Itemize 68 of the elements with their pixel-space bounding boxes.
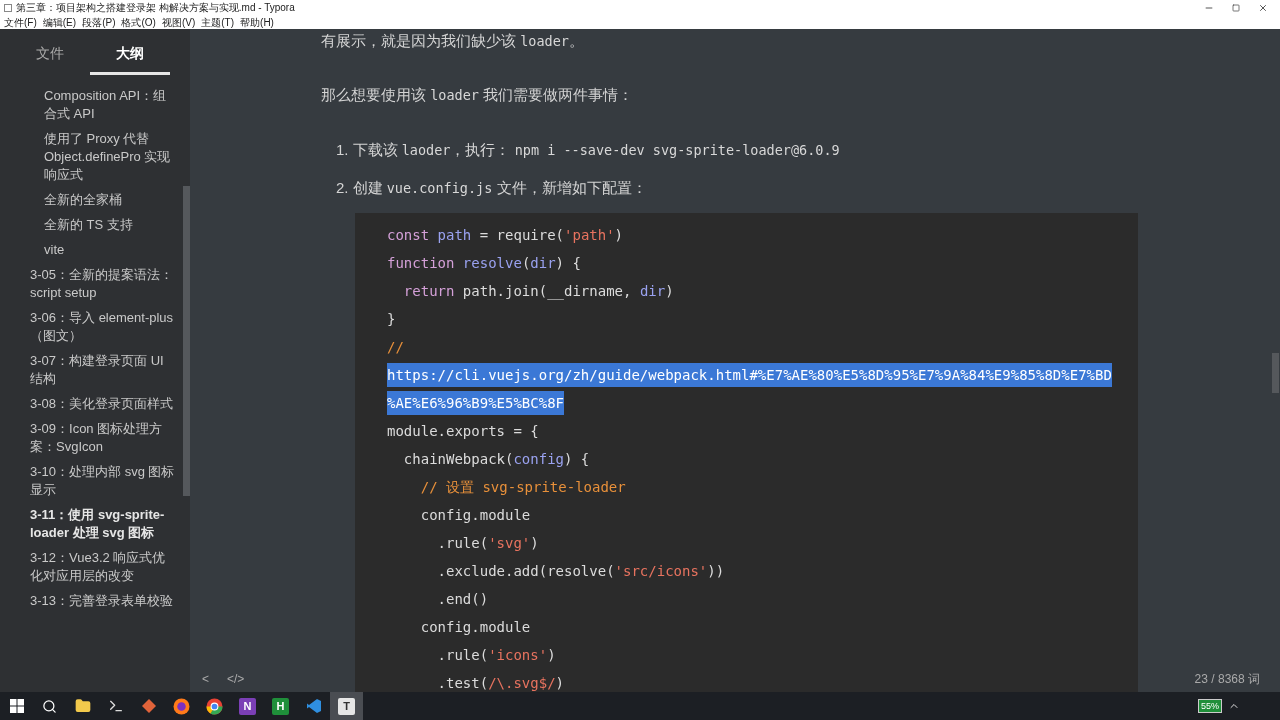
code-line: chainWebpack(config) { <box>402 450 590 469</box>
outline-item[interactable]: 3-10：处理内部 svg 图标显示 <box>0 463 184 499</box>
terminal-icon[interactable] <box>107 698 124 714</box>
menu-item[interactable]: 视图(V) <box>161 14 196 30</box>
window-title: 第三章：项目架构之搭建登录架 构解决方案与实现.md - Typora <box>16 1 295 15</box>
code-line: module.exports = { <box>387 422 539 441</box>
sidebar-tab[interactable]: 文件 <box>10 35 90 75</box>
outline-item[interactable]: 3-06：导入 element-plus （图文） <box>0 309 184 345</box>
outline-item[interactable]: vite <box>0 241 184 259</box>
letter-app-icon[interactable]: H <box>272 697 289 715</box>
code-line: .rule('icons') <box>436 646 556 665</box>
code-line: function resolve(dir) { <box>387 254 581 273</box>
outline-item[interactable]: 3-13：完善登录表单校验 <box>0 592 184 610</box>
note-app-icon[interactable]: N <box>239 697 256 715</box>
scrollbar[interactable] <box>1272 353 1279 393</box>
outline-item[interactable]: Composition API：组合式 API <box>0 87 184 123</box>
search-icon[interactable] <box>42 698 57 714</box>
code-editor-icon[interactable] <box>305 698 322 714</box>
list-item-text: 下载该 laoder，执行： npm i --save-dev svg-sprite-loader@6.0.9 <box>352 140 840 160</box>
outline-item[interactable]: 全新的 TS 支持 <box>0 216 184 234</box>
paragraph: 那么想要使用该 loader 我们需要做两件事情： <box>321 85 635 105</box>
code-line: config.module <box>419 506 531 525</box>
menu-item[interactable]: 帮助(H) <box>240 14 274 30</box>
code-line: .rule('svg') <box>436 534 539 553</box>
windows-icon[interactable] <box>9 699 24 713</box>
code-line: } <box>387 310 396 329</box>
outline-item[interactable]: 使用了 Proxy 代替 Object.definePro 实现响应式 <box>0 130 184 184</box>
outline-item[interactable]: 3-11：使用 svg-sprite-loader 处理 svg 图标 <box>0 506 184 542</box>
outline-item[interactable]: 3-12：Vue3.2 响应式优化对应用层的改变 <box>0 549 184 585</box>
code-line: .test(/\.svg$/) <box>436 674 565 692</box>
folder-icon[interactable] <box>74 698 91 714</box>
code-line: .end() <box>436 590 489 609</box>
scrollbar[interactable] <box>183 186 190 496</box>
list-number: 1. <box>336 140 349 160</box>
app-icon <box>4 3 12 12</box>
word-count: 23 / 8368 词 <box>1194 671 1260 688</box>
paragraph: 有展示，就是因为我们缺少该 loader。 <box>321 31 585 51</box>
sidebar-tab[interactable]: 大纲 <box>90 35 170 75</box>
menu-item[interactable]: 段落(P) <box>82 14 116 30</box>
taskbar-button[interactable]: N <box>231 692 264 720</box>
taskbar-button[interactable]: H <box>264 692 297 720</box>
globe-icon[interactable] <box>173 697 190 715</box>
outline-item[interactable]: 3-08：美化登录页面样式 <box>0 395 184 413</box>
diamond-icon[interactable] <box>140 698 157 714</box>
menu-item[interactable]: 格式(O) <box>121 14 156 30</box>
list-number: 2. <box>336 178 349 198</box>
outline-item[interactable]: 全新的全家桶 <box>0 191 184 209</box>
menu-item[interactable]: 文件(F) <box>4 14 37 30</box>
close-icon[interactable] <box>1258 2 1268 13</box>
code-line: // 设置 svg-sprite-loader <box>419 478 626 497</box>
code-line: const path = require('path') <box>387 226 624 245</box>
previous-button[interactable]: < <box>202 670 209 688</box>
menu-item[interactable]: 编辑(E) <box>42 14 77 30</box>
source-mode-button[interactable]: </> <box>227 670 245 688</box>
taskbar-button[interactable]: T <box>330 692 363 720</box>
code-line: .exclude.add(resolve('src/icons')) <box>436 562 725 581</box>
list-item-text: 创建 vue.config.js 文件，新增如下配置： <box>352 178 647 198</box>
battery-indicator: 55% <box>1198 699 1222 713</box>
outline-item[interactable]: 3-07：构建登录页面 UI 结构 <box>0 352 184 388</box>
code-line: // <box>387 338 404 357</box>
outline-item[interactable]: 3-09：Icon 图标处理方案：SvgIcon <box>0 420 184 456</box>
code-line: config.module <box>419 618 531 637</box>
menu-item[interactable]: 主题(T) <box>201 14 235 30</box>
maximize-icon[interactable] <box>1232 3 1240 12</box>
code-line: return path.join(__dirname, dir) <box>402 282 674 302</box>
browser-icon[interactable] <box>206 697 223 715</box>
outline-item[interactable]: 3-05：全新的提案语法：script setup <box>0 266 184 302</box>
typora-app-icon[interactable]: T <box>338 697 355 715</box>
